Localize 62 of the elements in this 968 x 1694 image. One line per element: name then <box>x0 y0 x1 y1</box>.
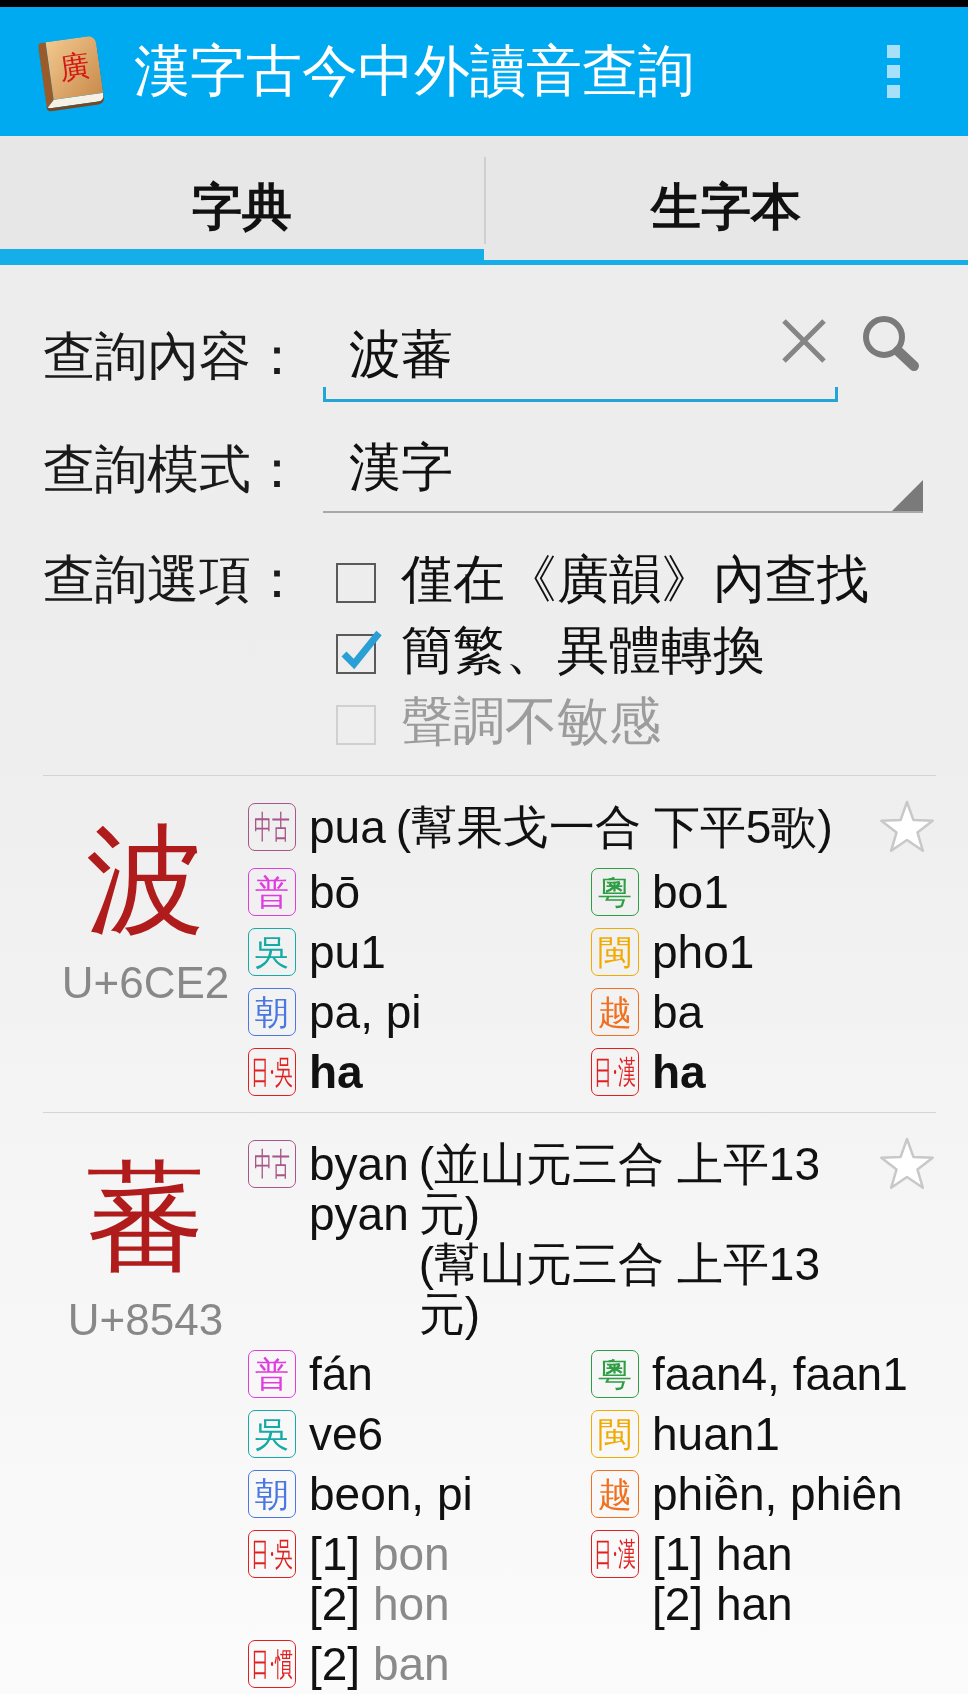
headword: 蕃 <box>86 1152 205 1282</box>
option-label[interactable]: 僅在《廣韻》內查找 <box>401 544 869 615</box>
reading-text: [2] ban <box>309 1639 450 1689</box>
dialect-tag: 日·漢 <box>591 1048 639 1096</box>
form-label: 查詢模式： <box>43 439 304 500</box>
dialect-tag: 越 <box>591 988 639 1036</box>
reading-text: pyan <box>309 1189 409 1239</box>
dialect-tag: 日·漢 <box>591 1530 639 1578</box>
dialect-tag: 粵 <box>591 868 639 916</box>
caret-icon <box>892 480 923 511</box>
overflow-menu-icon[interactable] <box>887 45 900 98</box>
app-title: 漢字古今中外讀音查詢 <box>134 37 694 104</box>
reading-text: beon, pi <box>309 1469 473 1519</box>
reading-text: [2] han <box>652 1579 793 1629</box>
rhyme-note: (並山元三合 上平13元) <box>418 1139 821 1239</box>
reading-text: ha <box>652 1047 706 1097</box>
dialect-tag: 日·吳 <box>248 1530 296 1578</box>
reading-text: fán <box>309 1349 373 1399</box>
form-label: 查詢內容： <box>43 326 304 387</box>
tab[interactable]: 字典 <box>0 136 484 265</box>
reading-text: byan <box>309 1139 409 1189</box>
dialect-tag: 閩 <box>591 1410 639 1458</box>
reading-text: bō <box>309 867 361 917</box>
book-icon: 廣 <box>37 34 105 109</box>
reading-text: pua <box>309 802 386 852</box>
dialect-tag: 普 <box>248 1350 296 1398</box>
dialect-tag: 日·吳 <box>248 1048 296 1096</box>
dialect-tag: 吳 <box>248 928 296 976</box>
search-icon[interactable] <box>861 314 921 372</box>
reading-text: pho1 <box>652 927 755 977</box>
reading-text: [1] han <box>652 1529 793 1579</box>
form-label: 查詢選項： <box>43 549 304 610</box>
reading-text: ve6 <box>309 1409 384 1459</box>
codepoint-text: U+8543 <box>67 1297 224 1343</box>
reading-text: pa, pi <box>309 987 422 1037</box>
reading-text: faan4, faan1 <box>652 1349 908 1399</box>
dialect-tag: 朝 <box>248 1470 296 1518</box>
dialect-tag: 普 <box>248 868 296 916</box>
codepoint-text: U+6CE2 <box>61 960 230 1006</box>
dialect-tag: 日·慣 <box>248 1640 296 1688</box>
tab[interactable]: 生字本 <box>484 136 968 265</box>
option-label[interactable]: 簡繁、異體轉換 <box>401 615 765 686</box>
mode-dropdown[interactable]: 漢字 <box>323 425 923 513</box>
reading-text: huan1 <box>652 1409 780 1459</box>
headword: 波 <box>86 815 205 945</box>
reading-text: pu1 <box>309 927 386 977</box>
dialect-tag: 中古 <box>248 803 296 851</box>
dialect-tag: 吳 <box>248 1410 296 1458</box>
reading-text: bo1 <box>652 867 729 917</box>
reading-text: phiền, phiên <box>652 1469 903 1519</box>
dialect-tag: 越 <box>591 1470 639 1518</box>
reading-text: ha <box>309 1047 363 1097</box>
reading-text: ba <box>652 987 704 1037</box>
dialect-tag: 朝 <box>248 988 296 1036</box>
rhyme-note: (幫山元三合 上平13元) <box>418 1239 821 1339</box>
clear-icon[interactable] <box>779 317 829 365</box>
dialect-tag: 粵 <box>591 1350 639 1398</box>
reading-text: [1] bon <box>309 1529 450 1579</box>
dialect-tag: 中古 <box>248 1140 296 1188</box>
dialect-tag: 閩 <box>591 928 639 976</box>
reading-text: [2] hon <box>309 1579 450 1629</box>
rhyme-note: (幫果戈一合 下平5歌) <box>395 802 834 852</box>
